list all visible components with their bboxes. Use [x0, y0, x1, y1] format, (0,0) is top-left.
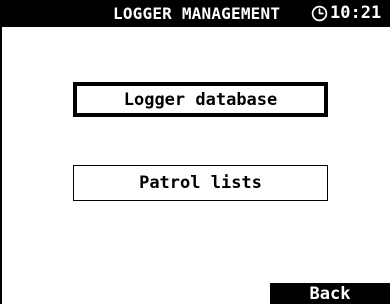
patrol-lists-button[interactable]: Patrol lists [73, 165, 328, 201]
logger-database-label: Logger database [123, 89, 278, 110]
clock-icon [311, 5, 328, 21]
title-bar: LOGGER MANAGEMENT 10:21 [0, 0, 390, 27]
logger-database-button[interactable]: Logger database [73, 82, 328, 117]
back-button[interactable]: Back [270, 283, 390, 304]
back-label: Back [309, 283, 351, 304]
logger-management-screen: LOGGER MANAGEMENT 10:21 Logger database … [0, 0, 390, 304]
patrol-lists-label: Patrol lists [139, 173, 262, 193]
left-border [0, 27, 2, 304]
clock-time: 10:21 [330, 3, 382, 23]
page-title: LOGGER MANAGEMENT [113, 4, 281, 23]
clock: 10:21 [311, 3, 381, 23]
